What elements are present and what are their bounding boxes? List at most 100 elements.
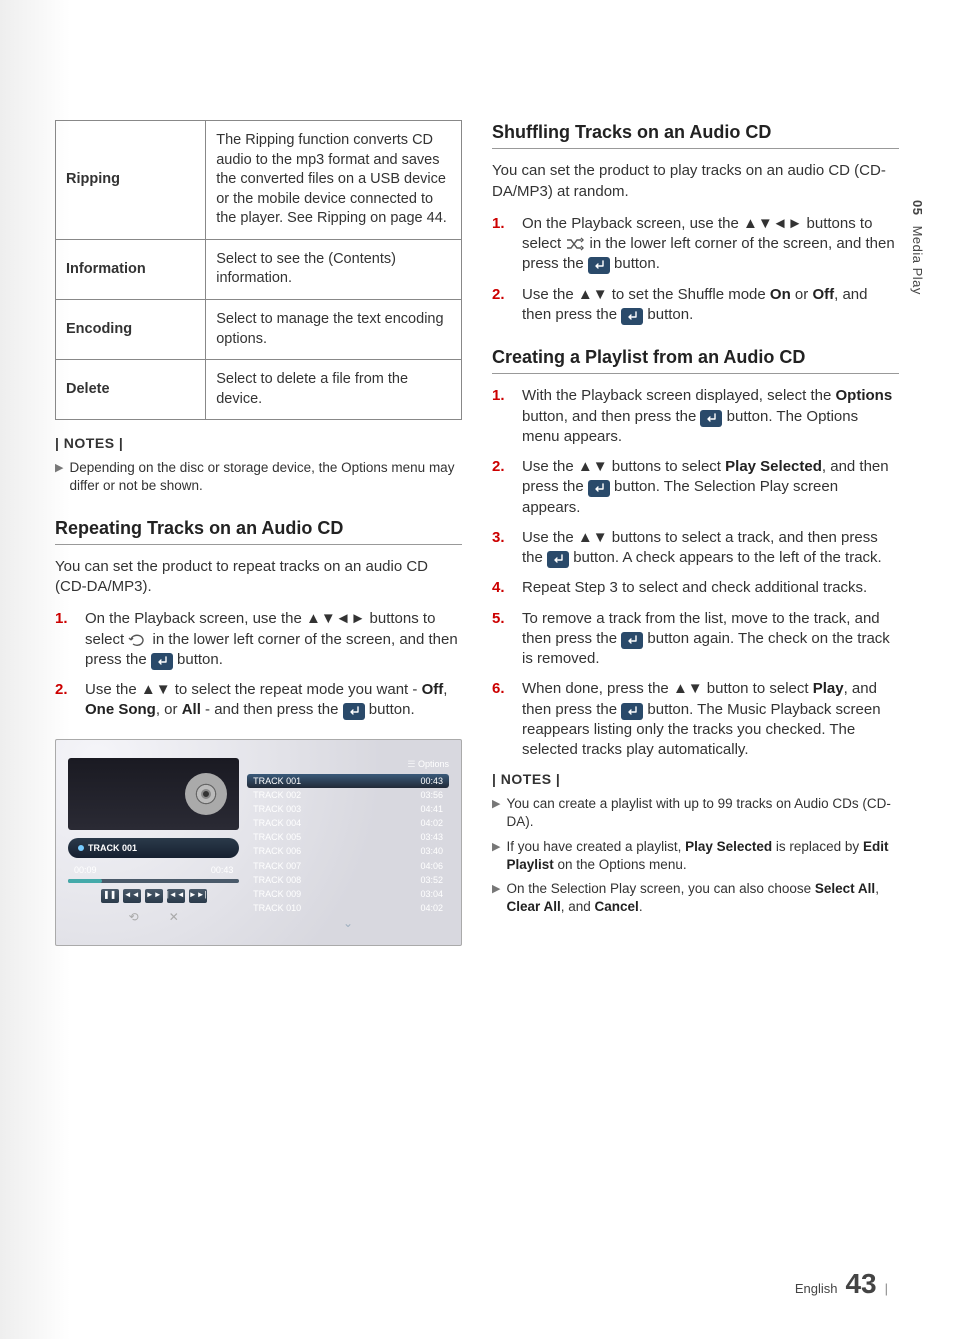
enter-button-icon bbox=[621, 308, 643, 325]
track-duration: 04:06 bbox=[420, 860, 443, 872]
disc-icon bbox=[185, 773, 227, 815]
track-name: TRACK 001 bbox=[253, 775, 301, 787]
note-item: ▶Depending on the disc or storage device… bbox=[55, 459, 462, 495]
table-row: EncodingSelect to manage the text encodi… bbox=[56, 299, 462, 359]
track-name: TRACK 009 bbox=[253, 888, 301, 900]
track-name: TRACK 004 bbox=[253, 817, 301, 829]
step-item: 1.With the Playback screen displayed, se… bbox=[492, 386, 899, 447]
notes-header: | NOTES | bbox=[55, 434, 462, 453]
option-label: Delete bbox=[56, 360, 206, 420]
more-chevron-icon: ⌄ bbox=[247, 915, 449, 931]
track-row: TRACK 007 04:06 bbox=[247, 859, 449, 873]
enter-button-icon bbox=[700, 410, 722, 427]
bullet-icon: ▶ bbox=[492, 795, 500, 831]
note-item: ▶If you have created a playlist, Play Se… bbox=[492, 838, 899, 874]
track-duration: 04:41 bbox=[420, 803, 443, 815]
track-row: TRACK 004 04:02 bbox=[247, 816, 449, 830]
step-number: 1. bbox=[492, 386, 510, 447]
step-number: 5. bbox=[492, 609, 510, 670]
track-duration: 03:52 bbox=[420, 874, 443, 886]
enter-button-icon bbox=[621, 703, 643, 720]
page-footer: English 43 bbox=[795, 1265, 894, 1303]
progress-bar bbox=[68, 879, 239, 883]
time-elapsed: 00:09 bbox=[74, 864, 97, 876]
table-row: RippingThe Ripping function converts CD … bbox=[56, 121, 462, 240]
track-duration: 03:43 bbox=[420, 831, 443, 843]
now-playing-bar: TRACK 001 bbox=[68, 838, 239, 858]
step-number: 2. bbox=[492, 457, 510, 518]
enter-button-icon bbox=[547, 551, 569, 568]
section-tab: 05 Media Play bbox=[908, 200, 926, 295]
playlist-heading: Creating a Playlist from an Audio CD bbox=[492, 345, 899, 374]
section-title: Media Play bbox=[910, 226, 925, 295]
track-duration: 04:02 bbox=[420, 817, 443, 829]
track-name: TRACK 005 bbox=[253, 831, 301, 843]
step-item: 4.Repeat Step 3 to select and check addi… bbox=[492, 578, 899, 598]
step-number: 3. bbox=[492, 528, 510, 569]
player-controls: ❚❚ ◄◄ ►► |◄◄ ►►| bbox=[68, 889, 239, 903]
repeat-mode-icon: ⟲ bbox=[129, 909, 139, 925]
left-column: RippingThe Ripping function converts CD … bbox=[55, 120, 462, 946]
track-name: TRACK 010 bbox=[253, 902, 301, 914]
step-number: 2. bbox=[55, 680, 73, 721]
notes-header-right: | NOTES | bbox=[492, 770, 899, 789]
enter-button-icon bbox=[621, 632, 643, 649]
step-item: 6.When done, press the ▲▼ button to sele… bbox=[492, 679, 899, 760]
ffwd-icon: ►► bbox=[145, 889, 163, 903]
step-item: 2.Use the ▲▼ buttons to select Play Sele… bbox=[492, 457, 899, 518]
step-item: 1.On the Playback screen, use the ▲▼◄► b… bbox=[492, 214, 899, 275]
track-row: TRACK 001 00:43 bbox=[247, 774, 449, 788]
option-desc: Select to delete a file from the device. bbox=[206, 360, 462, 420]
option-label: Information bbox=[56, 239, 206, 299]
track-duration: 04:02 bbox=[420, 902, 443, 914]
step-number: 1. bbox=[492, 214, 510, 275]
track-row: TRACK 003 04:41 bbox=[247, 802, 449, 816]
play-indicator-icon bbox=[78, 845, 84, 851]
option-label: Encoding bbox=[56, 299, 206, 359]
repeating-heading: Repeating Tracks on an Audio CD bbox=[55, 516, 462, 545]
enter-button-icon bbox=[588, 257, 610, 274]
track-duration: 00:43 bbox=[420, 775, 443, 787]
track-name: TRACK 003 bbox=[253, 803, 301, 815]
enter-button-icon bbox=[343, 703, 365, 720]
shuffle-mode-icon: ✕ bbox=[169, 909, 179, 925]
option-label: Ripping bbox=[56, 121, 206, 240]
track-duration: 03:56 bbox=[420, 789, 443, 801]
prev-icon: |◄◄ bbox=[167, 889, 185, 903]
step-item: 2.Use the ▲▼ to set the Shuffle mode On … bbox=[492, 285, 899, 326]
track-row: TRACK 00203:56 bbox=[247, 788, 449, 802]
track-row: TRACK 00603:40 bbox=[247, 844, 449, 858]
player-screenshot: TRACK 001 00:09 00:43 ❚❚ ◄◄ ►► |◄◄ ►►| bbox=[55, 739, 462, 947]
footer-page-number: 43 bbox=[845, 1265, 876, 1303]
step-number: 4. bbox=[492, 578, 510, 598]
option-desc: Select to manage the text encoding optio… bbox=[206, 299, 462, 359]
track-row: TRACK 009 03:04 bbox=[247, 887, 449, 901]
step-item: 3.Use the ▲▼ buttons to select a track, … bbox=[492, 528, 899, 569]
shuffling-heading: Shuffling Tracks on an Audio CD bbox=[492, 120, 899, 149]
track-name: TRACK 007 bbox=[253, 860, 301, 872]
options-table: RippingThe Ripping function converts CD … bbox=[55, 120, 462, 420]
track-row: TRACK 005 03:43 bbox=[247, 830, 449, 844]
now-playing-track: TRACK 001 bbox=[88, 842, 137, 854]
step-item: 5.To remove a track from the list, move … bbox=[492, 609, 899, 670]
repeat-icon bbox=[128, 633, 148, 647]
option-desc: The Ripping function converts CD audio t… bbox=[206, 121, 462, 240]
options-button-label: ☰ Options bbox=[247, 758, 449, 770]
time-total: 00:43 bbox=[211, 864, 234, 876]
table-row: InformationSelect to see the (Contents) … bbox=[56, 239, 462, 299]
step-item: 1.On the Playback screen, use the ▲▼◄► b… bbox=[55, 609, 462, 670]
section-number: 05 bbox=[910, 200, 925, 215]
footer-bar bbox=[885, 1280, 894, 1298]
shuffle-icon bbox=[565, 237, 585, 251]
footer-lang: English bbox=[795, 1280, 838, 1298]
repeating-intro: You can set the product to repeat tracks… bbox=[55, 557, 462, 598]
bullet-icon: ▶ bbox=[55, 459, 63, 495]
track-duration: 03:04 bbox=[420, 888, 443, 900]
note-item: ▶On the Selection Play screen, you can a… bbox=[492, 880, 899, 916]
table-row: DeleteSelect to delete a file from the d… bbox=[56, 360, 462, 420]
shuffling-intro: You can set the product to play tracks o… bbox=[492, 161, 899, 202]
pause-icon: ❚❚ bbox=[101, 889, 119, 903]
option-desc: Select to see the (Contents) information… bbox=[206, 239, 462, 299]
album-cover bbox=[68, 758, 239, 830]
next-icon: ►►| bbox=[189, 889, 207, 903]
